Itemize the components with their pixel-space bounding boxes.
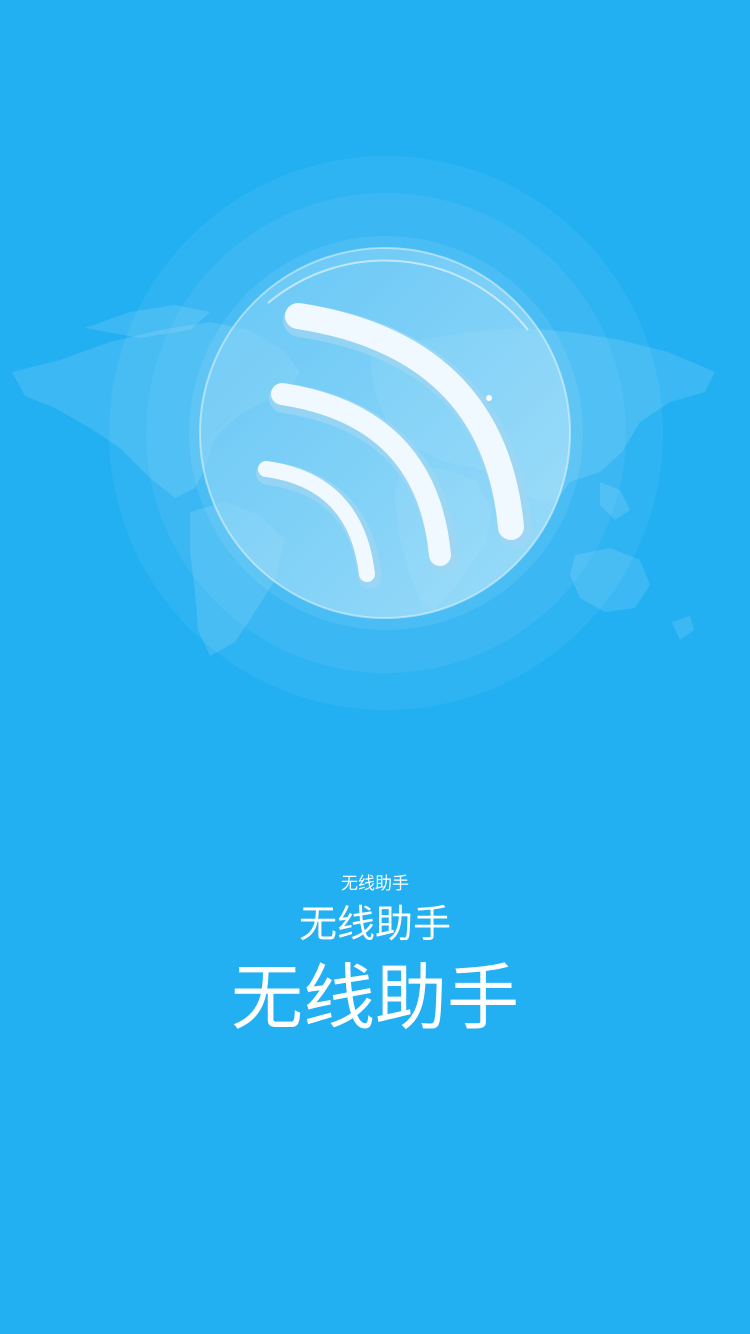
- app-title-small: 无线助手: [341, 874, 409, 894]
- hero-graphic: [12, 156, 715, 710]
- app-title-medium: 无线助手: [298, 902, 451, 946]
- app-title-large: 无线助手: [230, 956, 519, 1040]
- splash-screen: 无线助手 无线助手 无线助手: [0, 0, 750, 1334]
